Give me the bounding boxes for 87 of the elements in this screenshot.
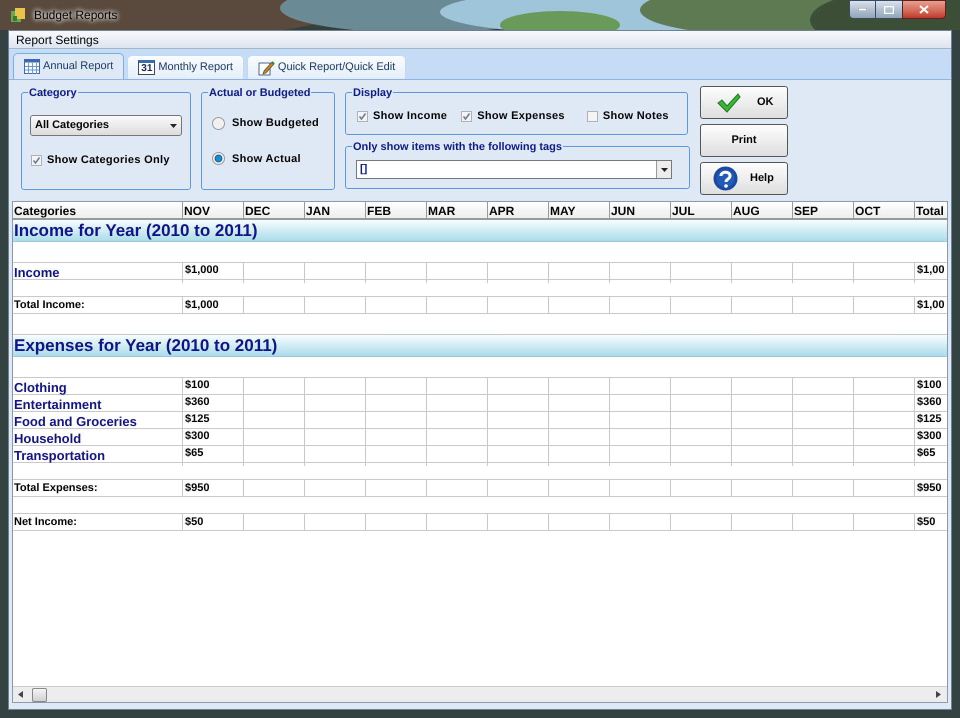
- column-header[interactable]: DEC: [243, 202, 304, 218]
- table-cell: $1,00: [914, 297, 947, 314]
- table-cell: $1,000: [182, 297, 243, 314]
- group-label: Only show items with the following tags: [352, 139, 564, 156]
- help-button[interactable]: Help: [700, 162, 788, 195]
- pencil-icon: [258, 60, 275, 76]
- column-header[interactable]: APR: [487, 202, 548, 218]
- total-label: Total Expenses:: [13, 481, 99, 496]
- tab[interactable]: Quick Report/Quick Edit: [246, 55, 406, 79]
- table-cell: $1,00: [914, 263, 947, 283]
- scroll-left-icon[interactable]: [18, 691, 23, 698]
- table-cell: $300: [182, 429, 243, 449]
- column-header[interactable]: JUN: [609, 202, 670, 218]
- dropdown-arrow-icon: [170, 124, 177, 128]
- minimize-icon: [858, 8, 867, 11]
- category-label: Food and Groceries: [13, 413, 138, 431]
- column-header[interactable]: FEB: [365, 202, 426, 218]
- minimize-button[interactable]: [849, 0, 876, 19]
- checkbox-label: Show Income: [373, 109, 448, 124]
- column-header[interactable]: OCT: [853, 202, 914, 218]
- menu-item[interactable]: Report Settings: [15, 30, 100, 48]
- category-label: Income: [13, 264, 61, 282]
- column-header[interactable]: JAN: [304, 202, 365, 218]
- close-button[interactable]: [902, 0, 946, 19]
- calendar-icon: 31: [138, 60, 156, 75]
- column-header[interactable]: SEP: [792, 202, 853, 218]
- group-label: Display: [352, 85, 394, 102]
- table-cell: $360: [914, 395, 947, 415]
- checked-checkbox[interactable]: [357, 110, 368, 122]
- table-cell: $125: [182, 412, 243, 432]
- print-button[interactable]: Print: [700, 124, 788, 157]
- radio-label: Show Budgeted: [232, 116, 320, 131]
- table-cell: $50: [914, 514, 947, 531]
- checkbox[interactable]: [586, 110, 598, 122]
- table-cell: $65: [182, 446, 243, 466]
- section-header: Expenses for Year (2010 to 2011): [13, 335, 947, 357]
- calendar-grid-icon: [24, 59, 40, 74]
- window-title: Budget Reports: [34, 7, 118, 24]
- tab[interactable]: Annual Report: [13, 53, 124, 79]
- tags-dropdown[interactable]: []: [356, 160, 672, 179]
- close-icon: [919, 5, 929, 14]
- column-header[interactable]: Total: [914, 202, 947, 218]
- maximize-button[interactable]: [876, 0, 902, 19]
- maximize-icon: [884, 6, 894, 14]
- app-icon: [10, 7, 26, 23]
- ok-button[interactable]: OK: [700, 86, 788, 119]
- column-header[interactable]: NOV: [182, 202, 243, 218]
- tags-value: []: [359, 162, 368, 178]
- checkbox-label: Show Notes: [602, 109, 669, 124]
- table-cell: $360: [182, 395, 243, 415]
- table-cell: $100: [182, 378, 243, 398]
- column-header[interactable]: Categories: [13, 202, 182, 218]
- group-label: Actual or Budgeted: [208, 85, 312, 102]
- table-cell: $1,000: [182, 263, 243, 283]
- category-label: Entertainment: [13, 396, 102, 414]
- table-cell: $100: [914, 378, 947, 398]
- checkbox-label: Show Categories Only: [47, 153, 170, 168]
- horizontal-scrollbar[interactable]: [13, 686, 947, 702]
- column-header[interactable]: JUL: [670, 202, 731, 218]
- checked-checkbox[interactable]: [461, 110, 472, 122]
- checkmark-icon: [717, 92, 741, 112]
- help-icon: [713, 166, 738, 191]
- table-cell: $50: [182, 514, 243, 531]
- table-cell: $65: [914, 446, 947, 466]
- checked-checkbox[interactable]: [31, 154, 42, 166]
- checkbox-label: Show Expenses: [477, 109, 565, 124]
- scrollbar-thumb[interactable]: [32, 688, 47, 702]
- category-label: Household: [13, 430, 82, 448]
- column-header[interactable]: MAR: [426, 202, 487, 218]
- table-cell: $950: [182, 480, 243, 497]
- total-label: Net Income:: [13, 515, 78, 530]
- total-label: Total Income:: [13, 298, 86, 313]
- radio-button[interactable]: [212, 116, 225, 130]
- radio-label: Show Actual: [232, 152, 301, 166]
- category-label: Clothing: [13, 379, 68, 397]
- table-cell: $950: [914, 480, 947, 497]
- tab[interactable]: 31 Monthly Report: [127, 55, 244, 79]
- group-label: Category: [28, 85, 78, 102]
- category-dropdown[interactable]: All Categories: [30, 115, 182, 136]
- category-label: Transportation: [13, 447, 106, 465]
- scroll-right-icon[interactable]: [936, 691, 941, 698]
- section-header: Income for Year (2010 to 2011): [13, 220, 947, 242]
- column-header[interactable]: AUG: [731, 202, 792, 218]
- table-cell: $300: [914, 429, 947, 449]
- table-cell: $125: [914, 412, 947, 432]
- column-header[interactable]: MAY: [548, 202, 609, 218]
- selected-radio-button[interactable]: [212, 152, 225, 166]
